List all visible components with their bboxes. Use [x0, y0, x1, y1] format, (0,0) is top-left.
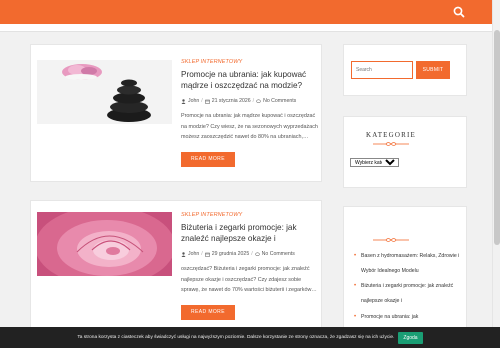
- post-excerpt: Promocje na ubrania: jak mądrze kupować …: [181, 113, 318, 140]
- post-category-link[interactable]: SKLEP INTERNETOWY: [181, 212, 319, 218]
- top-header-bar: [0, 0, 500, 24]
- search-input[interactable]: [351, 61, 413, 79]
- comment-icon: [254, 252, 260, 256]
- category-select[interactable]: Wybierz kategorię: [350, 158, 399, 167]
- recent-post-link[interactable]: • Basen z hydromasażem: Relaks, Zdrowie …: [354, 249, 466, 279]
- post-comments-link[interactable]: No Comments: [263, 98, 296, 104]
- header-sub-bar: [0, 24, 500, 32]
- meta-separator: /: [251, 251, 253, 257]
- cookie-notice-text: Ta strona korzysta z ciasteczek aby świa…: [77, 335, 395, 340]
- read-more-button[interactable]: READ MORE: [181, 304, 235, 320]
- recent-post-title[interactable]: Biżuteria i zegarki promocje: jak znaleź…: [361, 283, 453, 304]
- categories-widget: KATEGORIE Wybierz kategorię: [343, 116, 467, 188]
- post-card: SKLEP INTERNETOWY Promocje na ubrania: j…: [30, 44, 322, 182]
- scrollbar-thumb[interactable]: [494, 30, 500, 245]
- comment-icon: [256, 99, 261, 103]
- post-card: SKLEP INTERNETOWY Biżuteria i zegarki pr…: [30, 200, 322, 348]
- calendar-icon: [204, 99, 210, 104]
- recent-post-title[interactable]: Promocje na ubrania: jak: [361, 314, 418, 320]
- post-title-link[interactable]: Promocje na ubrania: jak kupować mądrze …: [181, 69, 319, 91]
- bullet-icon: •: [354, 283, 357, 289]
- recent-post-link[interactable]: • Biżuteria i zegarki promocje: jak znal…: [354, 279, 466, 309]
- post-category-link[interactable]: SKLEP INTERNETOWY: [181, 59, 319, 65]
- post-author[interactable]: John: [188, 98, 199, 104]
- post-author[interactable]: John: [188, 251, 199, 257]
- user-icon: [181, 251, 186, 257]
- post-date[interactable]: 21 stycznia 2026: [212, 98, 251, 104]
- ornament-divider-icon: [373, 238, 409, 242]
- bullet-icon: •: [354, 253, 357, 259]
- user-icon: [181, 98, 186, 104]
- recent-post-title[interactable]: Basen z hydromasażem: Relaks, Zdrowie i …: [361, 253, 459, 274]
- widget-title: KATEGORIE: [365, 131, 417, 139]
- post-meta: John / 21 stycznia 2026 / No Comments: [181, 98, 319, 104]
- calendar-icon: [204, 252, 210, 257]
- cookie-accept-button[interactable]: Zgoda: [398, 331, 423, 344]
- submit-button[interactable]: SUBMIT: [416, 61, 450, 79]
- post-title-link[interactable]: Biżuteria i zegarki promocje: jak znaleź…: [181, 222, 319, 244]
- post-comments-link[interactable]: No Comments: [262, 251, 295, 257]
- recent-post-link[interactable]: • Promocje na ubrania: jak: [354, 310, 466, 325]
- post-date[interactable]: 29 grudnia 2025: [212, 251, 250, 257]
- post-excerpt: oszczędzać? Biżuteria i zegarki promocje…: [181, 266, 317, 293]
- search-widget: SUBMIT: [343, 44, 467, 96]
- meta-separator: /: [201, 98, 203, 104]
- ornament-divider-icon: [373, 142, 409, 146]
- post-thumbnail-spa-stones[interactable]: [37, 60, 172, 124]
- read-more-button[interactable]: READ MORE: [181, 151, 235, 167]
- bullet-icon: •: [354, 314, 357, 320]
- post-thumbnail-pink-rose[interactable]: [37, 212, 172, 276]
- cookie-notice-bar: Ta strona korzysta z ciasteczek aby świa…: [0, 327, 500, 348]
- search-icon[interactable]: [452, 5, 466, 19]
- page-scrollbar[interactable]: [492, 0, 500, 348]
- post-meta: John / 29 grudnia 2025 / No Comments: [181, 251, 319, 257]
- meta-separator: /: [252, 98, 255, 104]
- meta-separator: /: [201, 251, 203, 257]
